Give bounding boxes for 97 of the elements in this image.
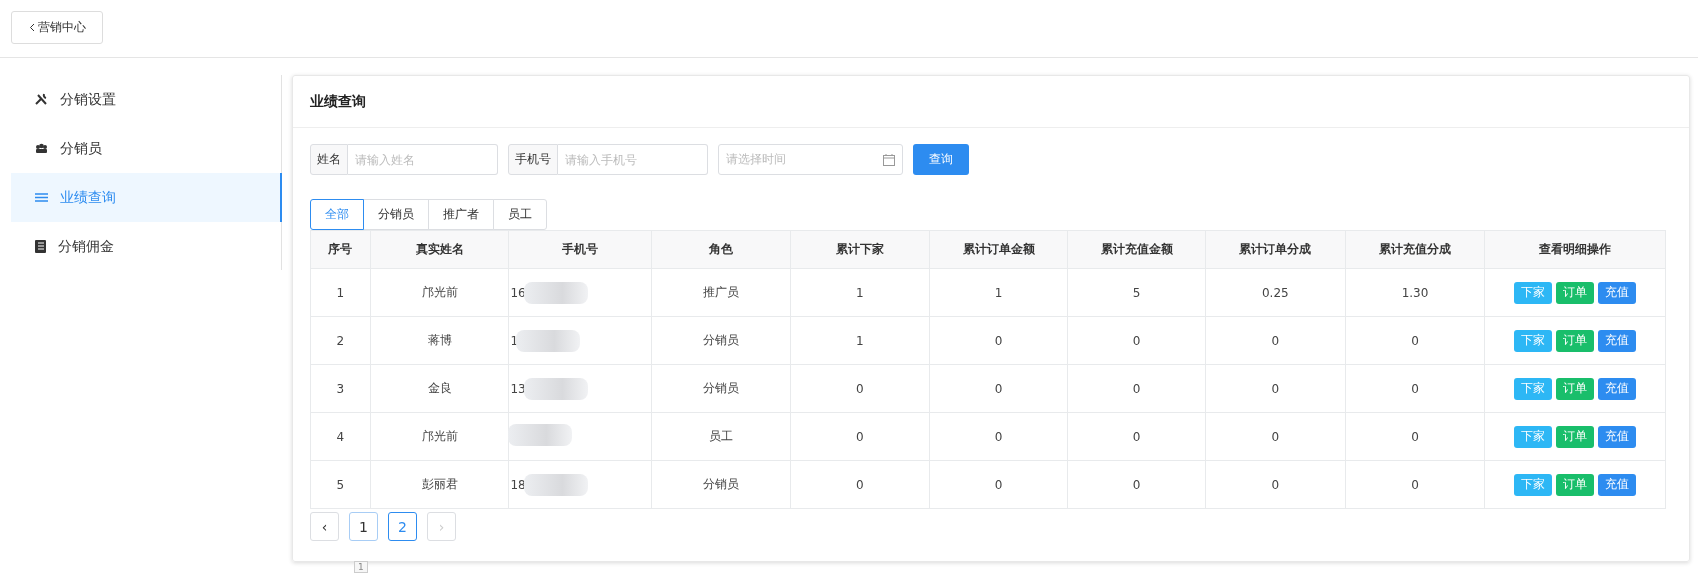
table-cell: 0: [790, 364, 930, 413]
table-cell: 分销员: [652, 316, 791, 365]
column-header: 累计订单金额: [929, 230, 1068, 269]
action-button[interactable]: 充值: [1598, 281, 1637, 304]
table-cell: 0: [1205, 316, 1346, 365]
column-header: 累计订单分成: [1205, 230, 1346, 269]
table-cell: 彭丽君: [370, 460, 509, 509]
blurred-area: [523, 377, 588, 400]
table-cell: 金良: [370, 364, 509, 413]
prev-page-button[interactable]: ‹: [310, 512, 339, 541]
table-cell: 分销员: [652, 364, 791, 413]
table-cell: 0: [929, 316, 1068, 365]
table-cell: 1: [929, 268, 1068, 317]
tab[interactable]: 推广者: [428, 199, 494, 230]
table-cell: 0: [1205, 364, 1346, 413]
tab[interactable]: 分销员: [363, 199, 429, 230]
action-button[interactable]: 订单: [1556, 281, 1595, 304]
tab[interactable]: 员工: [493, 199, 547, 230]
action-button[interactable]: 下家: [1514, 425, 1553, 448]
table-cell: 0: [1345, 316, 1485, 365]
column-header: 序号: [310, 230, 371, 269]
phone-field[interactable]: 请输入手机号: [558, 144, 708, 175]
table-cell: 0: [1205, 412, 1346, 461]
table-cell: 1: [510, 333, 519, 348]
blurred-area: [523, 281, 588, 304]
action-button[interactable]: 充值: [1598, 473, 1637, 496]
chevron-left-icon: [28, 23, 35, 32]
table-cell: 1: [310, 268, 371, 317]
action-button[interactable]: 订单: [1556, 473, 1595, 496]
action-button[interactable]: 订单: [1556, 377, 1595, 400]
table-cell: 5: [1067, 268, 1206, 317]
action-button[interactable]: 订单: [1556, 425, 1595, 448]
table-cell: 0.25: [1205, 268, 1346, 317]
table-cell: 4: [310, 412, 371, 461]
book-icon: [35, 240, 46, 253]
column-header: 真实姓名: [370, 230, 509, 269]
action-button[interactable]: 充值: [1598, 377, 1637, 400]
table-cell: 0: [790, 460, 930, 509]
sidebar-item[interactable]: 分销佣金: [11, 222, 282, 271]
table-cell: 员工: [652, 412, 791, 461]
search-button[interactable]: 查询: [913, 144, 969, 175]
page-button[interactable]: 2: [388, 512, 417, 541]
action-button[interactable]: 充值: [1598, 425, 1637, 448]
back-button[interactable]: 营销中心: [11, 11, 103, 44]
field-label: 姓名: [310, 144, 348, 175]
table-cell: 13: [510, 381, 526, 396]
date-picker[interactable]: 请选择时间: [718, 144, 903, 175]
table-cell: 0: [790, 412, 930, 461]
name-field[interactable]: 请输入姓名: [348, 144, 498, 175]
table-cell: 0: [929, 460, 1068, 509]
column-header: 累计充值分成: [1345, 230, 1485, 269]
action-button[interactable]: 充值: [1598, 329, 1637, 352]
table-cell: 0: [1345, 460, 1485, 509]
table-cell: 0: [929, 412, 1068, 461]
tab[interactable]: 全部: [310, 199, 364, 230]
column-header: 角色: [652, 230, 791, 269]
column-header: 手机号: [509, 230, 652, 269]
blurred-area: [516, 329, 581, 352]
table-cell: 分销员: [652, 460, 791, 509]
card-title: 业绩查询: [293, 76, 1689, 128]
field-label: 手机号: [508, 144, 558, 175]
table-cell: 0: [1345, 364, 1485, 413]
table-cell: 5: [310, 460, 371, 509]
action-button[interactable]: 下家: [1514, 473, 1553, 496]
table-cell: 1: [790, 268, 930, 317]
table-cell: 0: [929, 364, 1068, 413]
action-button[interactable]: 订单: [1556, 329, 1595, 352]
table-cell: 2: [310, 316, 371, 365]
action-button[interactable]: 下家: [1514, 281, 1553, 304]
column-header: 累计下家: [790, 230, 930, 269]
table-cell: 0: [1067, 364, 1206, 413]
calendar-icon: [883, 153, 895, 166]
table-cell: 1.30: [1345, 268, 1485, 317]
table-cell: 0: [1067, 460, 1206, 509]
table-cell: 0: [1205, 460, 1346, 509]
blurred-area: [523, 473, 588, 496]
column-header: 累计充值金额: [1067, 230, 1206, 269]
column-header: 查看明细操作: [1484, 230, 1666, 269]
table-cell: 0: [1067, 316, 1206, 365]
page-button[interactable]: 1: [349, 512, 378, 541]
blurred-area: [508, 424, 573, 446]
table-cell: 0: [1345, 412, 1485, 461]
table-cell: 邝光前: [370, 268, 509, 317]
menu-icon: [35, 193, 48, 202]
table-cell: 推广员: [652, 268, 791, 317]
sidebar-item[interactable]: 业绩查询: [11, 173, 282, 222]
table-cell: 1: [790, 316, 930, 365]
action-button[interactable]: 下家: [1514, 377, 1553, 400]
action-button[interactable]: 下家: [1514, 329, 1553, 352]
sidebar-item[interactable]: 分销设置: [11, 75, 282, 124]
table-cell: 3: [310, 364, 371, 413]
tools-icon: [35, 93, 48, 106]
sidebar-item[interactable]: 分销员: [11, 124, 282, 173]
table-cell: 0: [1067, 412, 1206, 461]
table-cell: 邝光前: [370, 412, 509, 461]
tooltip: 1: [354, 561, 368, 573]
table-cell: 蒋博: [370, 316, 509, 365]
